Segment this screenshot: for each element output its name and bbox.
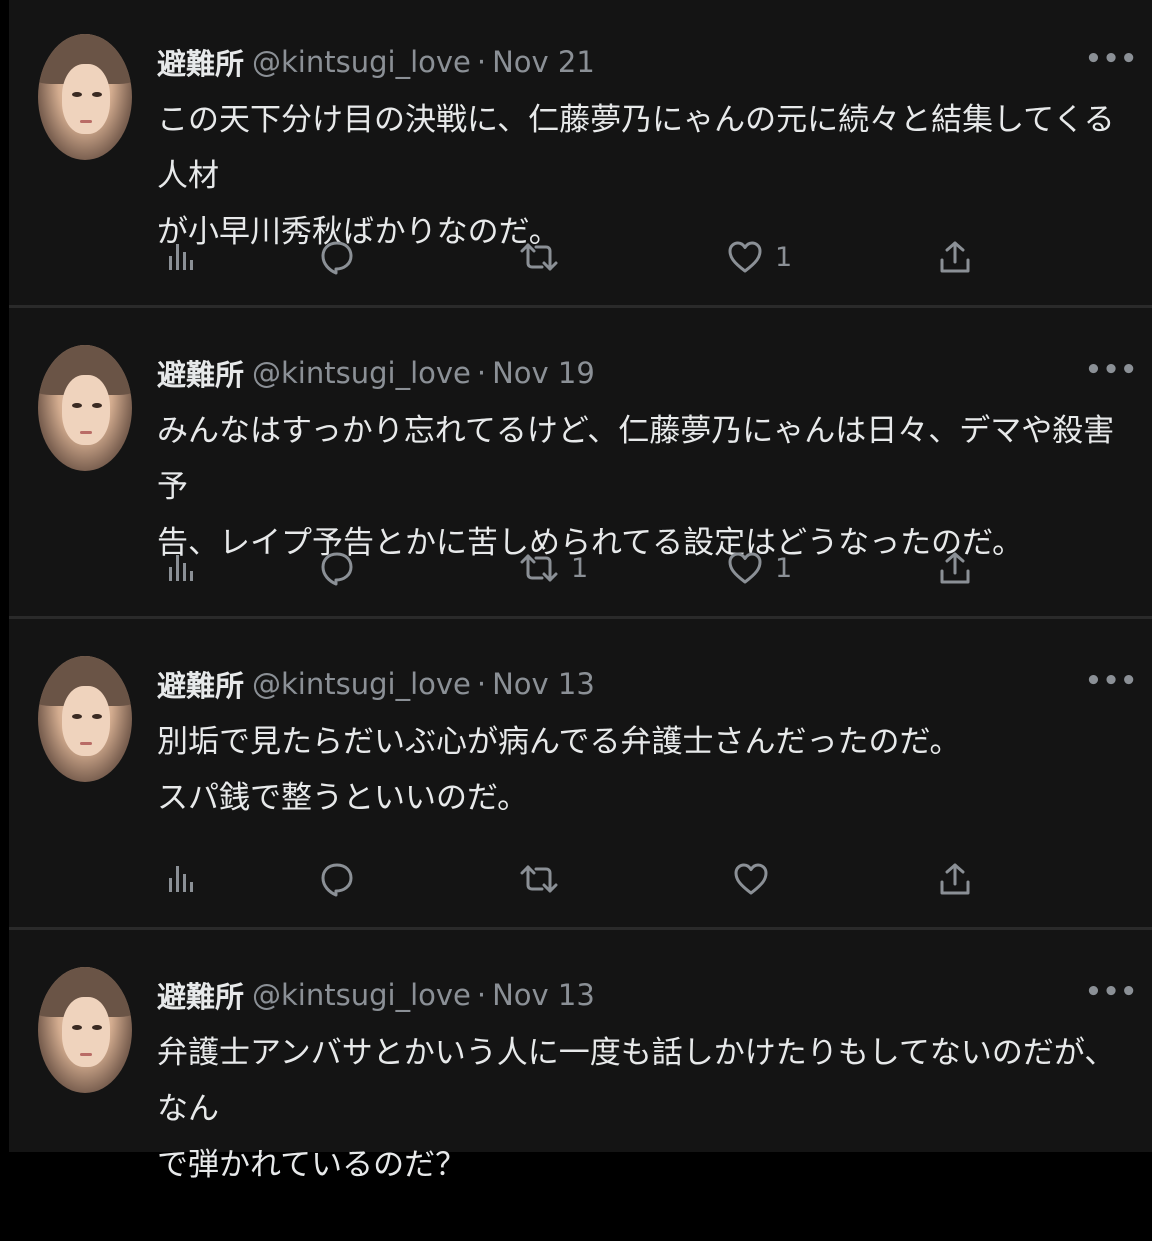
avatar-eye [72,403,82,408]
reply-button[interactable] [319,543,367,593]
avatar-eye [92,92,102,97]
speech-bubble-icon [321,552,353,586]
avatar-eye [72,92,82,97]
user-handle[interactable]: @kintsugi_love [252,356,471,390]
more-options-icon[interactable]: ••• [1085,666,1138,696]
reply-button[interactable] [319,854,367,904]
user-handle[interactable]: @kintsugi_love [252,667,471,701]
tweet-text: 弁護士アンバサとかいう人に一度も話しかけたりもしてないのだが、なん で弾かれてい… [157,1035,1116,1183]
tweet[interactable]: 避難所 @kintsugi_love · Nov 13 ••• 別垢で見たらだい… [9,622,1152,930]
bar-chart-icon [169,866,193,892]
views-button[interactable] [167,854,195,904]
avatar-face [62,375,110,445]
bar-chart-icon [169,555,193,581]
tweet[interactable]: 避難所 @kintsugi_love · Nov 13 ••• 弁護士アンバサと… [9,933,1152,1241]
timeline-feed: 避難所 @kintsugi_love · Nov 21 ••• この天下分け目の… [9,0,1152,1183]
avatar-mouth [80,742,92,745]
tweet-header: 避難所 @kintsugi_love · Nov 21 [157,40,595,84]
avatar-mouth [80,431,92,434]
tweet-date[interactable]: Nov 21 [492,45,595,79]
reply-button[interactable] [319,232,367,282]
tweet-date[interactable]: Nov 13 [492,978,595,1012]
user-handle[interactable]: @kintsugi_love [252,45,471,79]
separator-dot: · [476,667,487,701]
share-button[interactable] [939,543,971,593]
avatar-face [62,686,110,756]
separator-dot: · [476,978,487,1012]
avatar-eye [72,714,82,719]
like-count: 1 [775,241,793,273]
tweet-actions [157,854,977,904]
speech-bubble-icon [321,863,353,897]
retweet-button[interactable] [519,232,571,282]
avatar[interactable] [38,345,132,471]
share-upload-icon [940,552,970,584]
avatar-mouth [80,1053,92,1056]
like-button[interactable]: 1 [727,543,792,593]
share-upload-icon [940,241,970,273]
tweet-header: 避難所 @kintsugi_love · Nov 13 [157,662,595,706]
retweet-icon [520,243,558,271]
heart-icon [728,552,762,584]
share-button[interactable] [939,854,971,904]
more-options-icon[interactable]: ••• [1085,44,1138,74]
avatar[interactable] [38,34,132,160]
avatar-eye [92,403,102,408]
share-upload-icon [940,863,970,895]
like-button[interactable]: 1 [727,232,792,282]
more-options-icon[interactable]: ••• [1085,355,1138,385]
separator-dot: · [476,356,487,390]
avatar-eye [72,1025,82,1030]
avatar[interactable] [38,967,132,1093]
tweet-header: 避難所 @kintsugi_love · Nov 19 [157,351,595,395]
like-button[interactable] [733,854,781,904]
retweet-button[interactable]: 1 [519,543,588,593]
bar-chart-icon [169,244,193,270]
tweet-header: 避難所 @kintsugi_love · Nov 13 [157,973,595,1017]
retweet-icon [520,554,558,582]
avatar-face [62,64,110,134]
display-name[interactable]: 避難所 [157,352,244,394]
tweet-date[interactable]: Nov 13 [492,667,595,701]
tweet-text: 別垢で見たらだいぶ心が病んでる弁護士さんだったのだ。 スパ銭で整うといいのだ。 [157,724,961,816]
retweet-button[interactable] [519,854,571,904]
heart-icon [734,863,768,895]
retweet-count: 1 [571,552,589,584]
like-count: 1 [775,552,793,584]
avatar-mouth [80,120,92,123]
heart-icon [728,241,762,273]
tweet[interactable]: 避難所 @kintsugi_love · Nov 19 ••• みんなはすっかり… [9,311,1152,619]
more-options-icon[interactable]: ••• [1085,977,1138,1007]
user-handle[interactable]: @kintsugi_love [252,978,471,1012]
display-name[interactable]: 避難所 [157,663,244,705]
avatar-eye [92,714,102,719]
avatar-face [62,997,110,1067]
views-button[interactable] [167,543,195,593]
avatar-eye [92,1025,102,1030]
tweet[interactable]: 避難所 @kintsugi_love · Nov 21 ••• この天下分け目の… [9,0,1152,308]
tweet-date[interactable]: Nov 19 [492,356,595,390]
views-button[interactable] [167,232,195,282]
display-name[interactable]: 避難所 [157,974,244,1016]
tweet-actions: 1 1 [157,543,977,593]
avatar[interactable] [38,656,132,782]
separator-dot: · [476,45,487,79]
retweet-icon [520,865,558,893]
display-name[interactable]: 避難所 [157,41,244,83]
share-button[interactable] [939,232,971,282]
tweet-actions: 1 [157,232,977,282]
speech-bubble-icon [321,241,353,275]
